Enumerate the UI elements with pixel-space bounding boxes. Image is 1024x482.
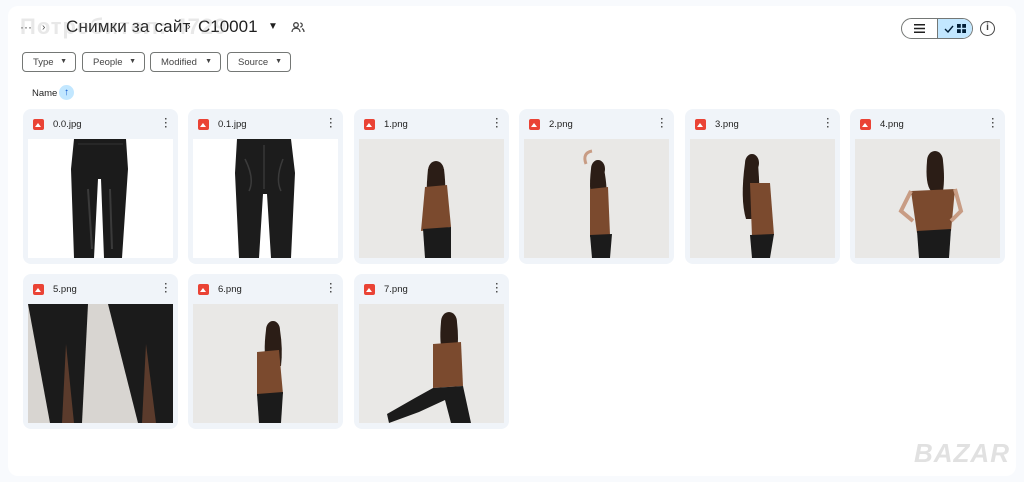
more-vert-icon[interactable]: · · ·: [163, 280, 169, 298]
caret-down-icon: ▼: [205, 58, 212, 65]
file-name: 6.png: [218, 284, 242, 295]
arrow-up-icon[interactable]: ↑: [59, 85, 74, 100]
file-card[interactable]: 3.png · · ·: [685, 109, 840, 264]
file-name: 0.0.jpg: [53, 119, 82, 130]
list-view-button[interactable]: [902, 19, 937, 38]
caret-down-icon: ▼: [129, 58, 136, 65]
grid-view-button[interactable]: [936, 19, 972, 38]
view-toggle: [901, 18, 973, 39]
chevron-right-icon: ›: [42, 22, 46, 33]
file-card[interactable]: 4.png · · ·: [850, 109, 1005, 264]
caret-down-icon: ▼: [60, 58, 67, 65]
file-card[interactable]: 5.png · · ·: [23, 274, 178, 429]
filter-people[interactable]: People ▼: [82, 52, 145, 72]
image-file-icon: [198, 119, 209, 130]
file-name: 3.png: [715, 119, 739, 130]
file-card[interactable]: 0.1.jpg · · ·: [188, 109, 343, 264]
more-vert-icon[interactable]: · · ·: [328, 115, 334, 133]
image-file-icon: [860, 119, 871, 130]
file-thumbnail: [359, 304, 504, 423]
file-thumbnail: [855, 139, 1000, 258]
list-icon: [913, 24, 925, 33]
image-file-icon: [364, 119, 375, 130]
file-card-header: 6.png · · ·: [188, 274, 343, 304]
grid-icon: [956, 24, 966, 33]
file-name: 0.1.jpg: [218, 119, 247, 130]
image-file-icon: [529, 119, 540, 130]
file-card-header: 0.0.jpg · · ·: [23, 109, 178, 139]
more-vert-icon[interactable]: · · ·: [659, 115, 665, 133]
file-card-header: 4.png · · ·: [850, 109, 1005, 139]
file-card-header: 1.png · · ·: [354, 109, 509, 139]
breadcrumb-more[interactable]: ···: [20, 20, 32, 34]
info-icon[interactable]: i: [980, 21, 995, 36]
file-card[interactable]: 1.png · · ·: [354, 109, 509, 264]
file-card-header: 0.1.jpg · · ·: [188, 109, 343, 139]
image-file-icon: [198, 284, 209, 295]
file-thumbnail: [524, 139, 669, 258]
more-vert-icon[interactable]: · · ·: [494, 115, 500, 133]
filter-source-label: Source: [238, 56, 269, 68]
file-card[interactable]: 0.0.jpg · · ·: [23, 109, 178, 264]
sort-by-name[interactable]: Name: [32, 88, 57, 99]
filter-people-label: People: [93, 56, 123, 68]
filter-modified-label: Modified: [161, 56, 197, 68]
image-file-icon: [33, 119, 44, 130]
file-name: 2.png: [549, 119, 573, 130]
bazar-watermark: BAZAR: [914, 438, 1010, 468]
filter-type-label: Type: [33, 56, 54, 68]
more-vert-icon[interactable]: · · ·: [328, 280, 334, 298]
shared-folder-icon[interactable]: [291, 20, 305, 34]
image-file-icon: [364, 284, 375, 295]
more-vert-icon[interactable]: · · ·: [825, 115, 831, 133]
file-card[interactable]: 7.png · · ·: [354, 274, 509, 429]
file-name: 5.png: [53, 284, 77, 295]
file-card-header: 3.png · · ·: [685, 109, 840, 139]
filter-type[interactable]: Type ▼: [22, 52, 76, 72]
image-file-icon: [695, 119, 706, 130]
file-card[interactable]: 2.png · · ·: [519, 109, 674, 264]
file-name: 1.png: [384, 119, 408, 130]
file-thumbnail: [690, 139, 835, 258]
caret-down-icon: ▼: [275, 58, 282, 65]
file-card-header: 5.png · · ·: [23, 274, 178, 304]
file-name: 7.png: [384, 284, 408, 295]
file-thumbnail: [359, 139, 504, 258]
file-thumbnail: [193, 139, 338, 258]
check-icon: [944, 25, 954, 33]
chevron-right-icon: ›: [187, 21, 191, 33]
breadcrumb-current[interactable]: C10001: [198, 17, 258, 37]
filter-modified[interactable]: Modified ▼: [150, 52, 221, 72]
breadcrumb-folder[interactable]: Снимки за сайт: [66, 17, 191, 37]
header: ··· › Снимки за сайт › C10001 ▼ Потребит…: [0, 0, 1024, 46]
file-card[interactable]: 6.png · · ·: [188, 274, 343, 429]
file-thumbnail: [28, 304, 173, 423]
caret-down-icon[interactable]: ▼: [268, 21, 278, 32]
file-thumbnail: [28, 139, 173, 258]
more-vert-icon[interactable]: · · ·: [494, 280, 500, 298]
file-name: 4.png: [880, 119, 904, 130]
more-vert-icon[interactable]: · · ·: [990, 115, 996, 133]
file-thumbnail: [193, 304, 338, 423]
image-file-icon: [33, 284, 44, 295]
filter-source[interactable]: Source ▼: [227, 52, 291, 72]
file-card-header: 7.png · · ·: [354, 274, 509, 304]
file-card-header: 2.png · · ·: [519, 109, 674, 139]
more-vert-icon[interactable]: · · ·: [163, 115, 169, 133]
